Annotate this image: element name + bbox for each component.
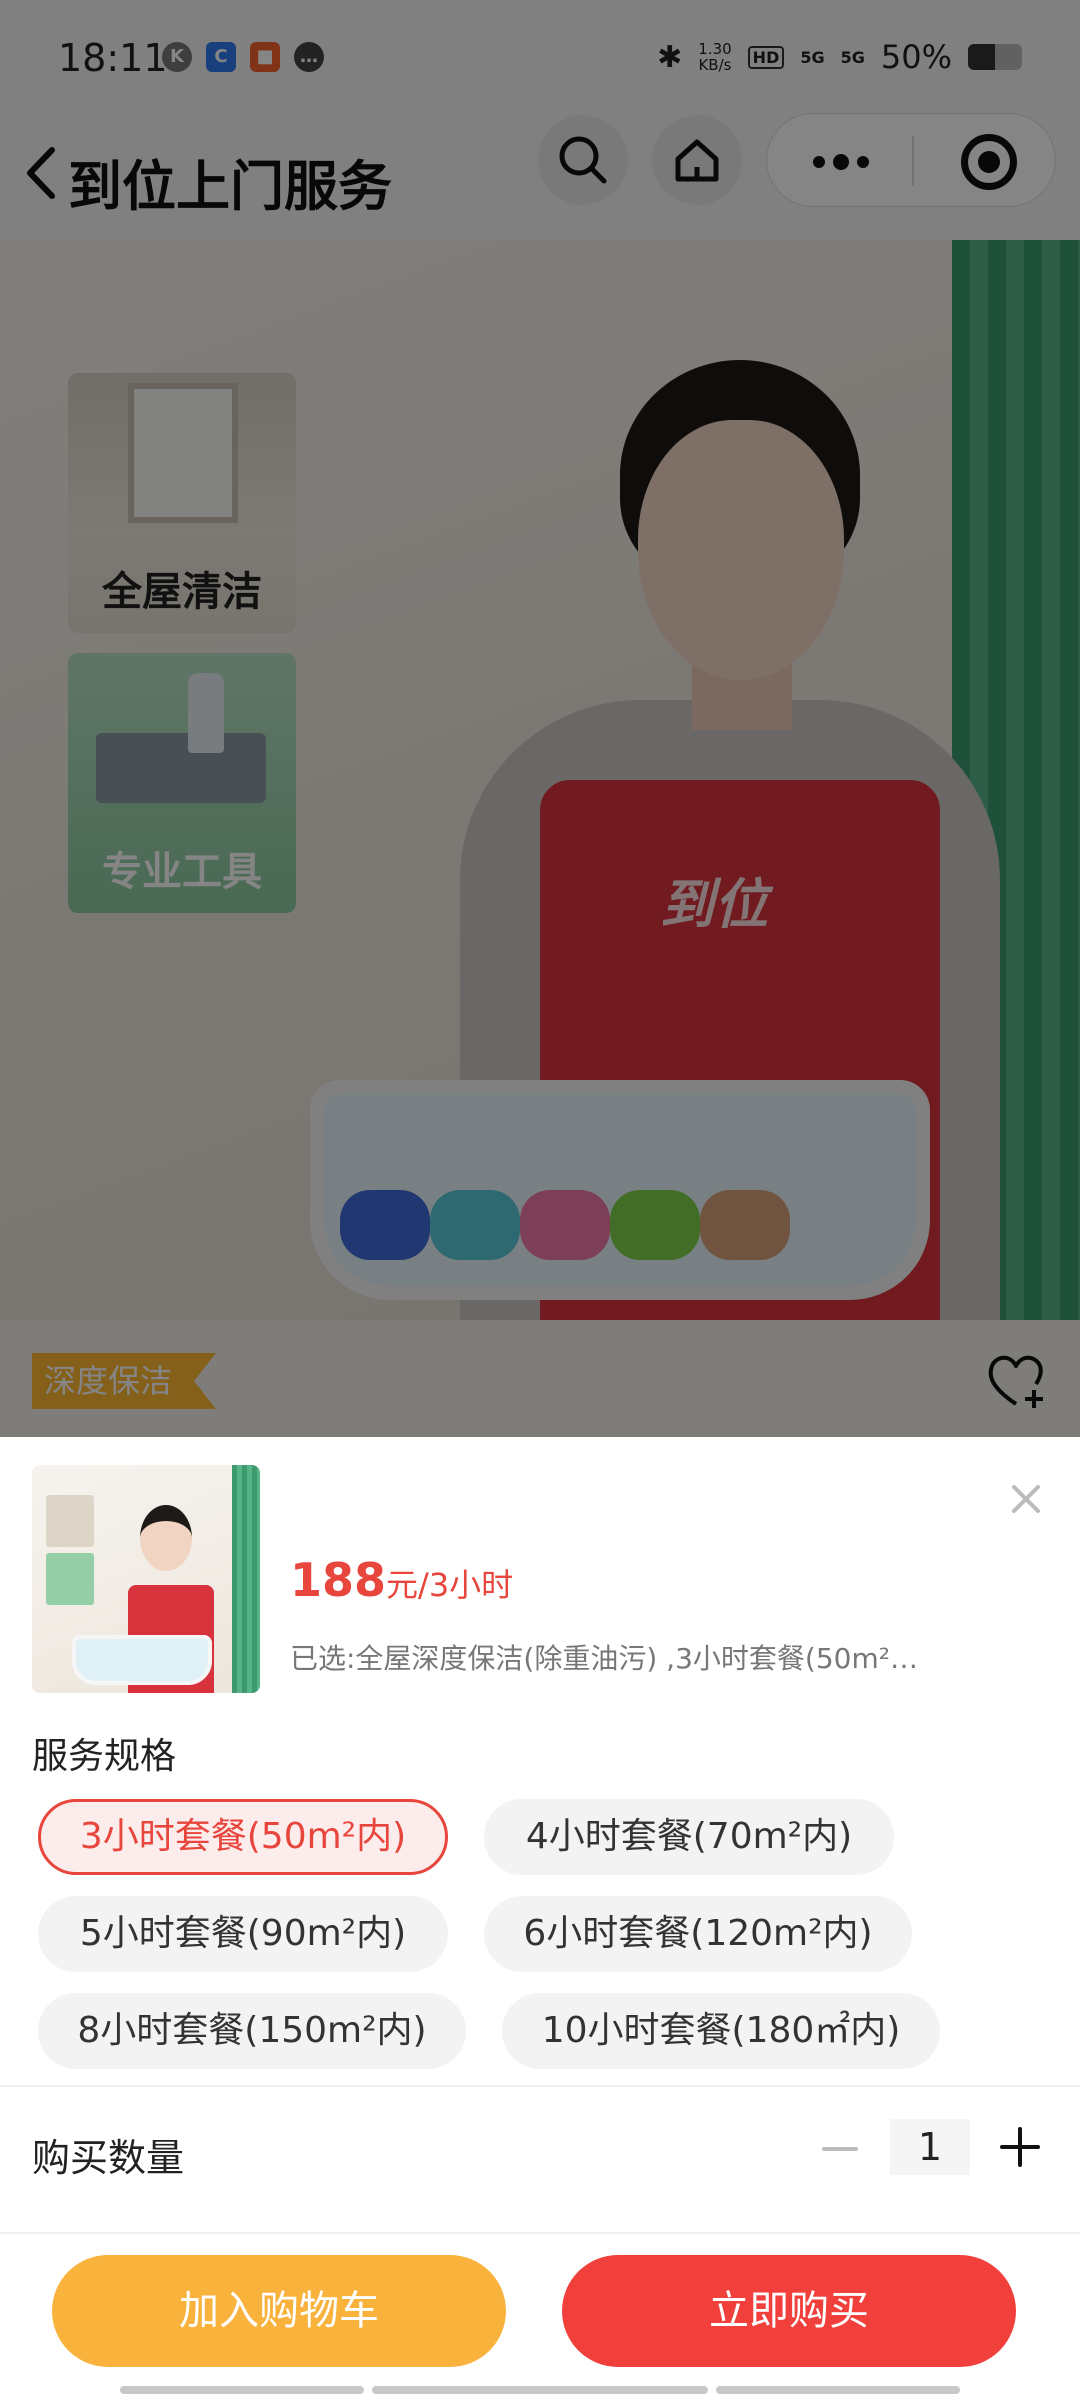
spec-option-6h[interactable]: 6小时套餐(120m²内)	[484, 1896, 912, 1972]
price-unit: 元/3小时	[386, 1566, 514, 1604]
minus-icon[interactable]	[818, 2127, 862, 2171]
modal-overlay[interactable]	[0, 0, 1080, 1437]
price-amount: 188	[290, 1553, 387, 1607]
nav-gesture-bar-center	[372, 2386, 708, 2394]
spec-option-8h[interactable]: 8小时套餐(150m²内)	[38, 1993, 466, 2069]
product-thumbnail	[32, 1465, 260, 1693]
spec-heading: 服务规格	[32, 1736, 177, 1777]
thumb-basin	[72, 1635, 212, 1685]
close-icon[interactable]	[1006, 1479, 1046, 1519]
quantity-input[interactable]: 1	[890, 2119, 970, 2175]
add-to-cart-button[interactable]: 加入购物车	[52, 2255, 506, 2367]
selected-summary: 已选:全屋深度保洁(除重油污) ,3小时套餐(50m²…	[290, 1642, 918, 1675]
nav-gesture-bar-right	[716, 2386, 960, 2394]
buy-now-button[interactable]: 立即购买	[562, 2255, 1016, 2367]
divider	[0, 2232, 1080, 2234]
thumb-face	[140, 1505, 192, 1571]
thumb-curtain	[232, 1465, 260, 1693]
quantity-label: 购买数量	[32, 2136, 185, 2180]
spec-option-4h[interactable]: 4小时套餐(70m²内)	[484, 1799, 894, 1875]
spec-option-5h[interactable]: 5小时套餐(90m²内)	[38, 1896, 448, 1972]
price: 188元/3小时	[290, 1553, 513, 1607]
plus-icon[interactable]	[998, 2125, 1042, 2169]
spec-option-10h[interactable]: 10小时套餐(180㎡内)	[502, 1993, 940, 2069]
divider	[0, 2085, 1080, 2087]
thumb-chip-2	[46, 1553, 94, 1605]
spec-selection-sheet: 188元/3小时 已选:全屋深度保洁(除重油污) ,3小时套餐(50m²… 服务…	[0, 1437, 1080, 2400]
spec-option-3h[interactable]: 3小时套餐(50m²内)	[38, 1799, 448, 1875]
thumb-chip-1	[46, 1495, 94, 1547]
nav-gesture-bar-left	[120, 2386, 364, 2394]
